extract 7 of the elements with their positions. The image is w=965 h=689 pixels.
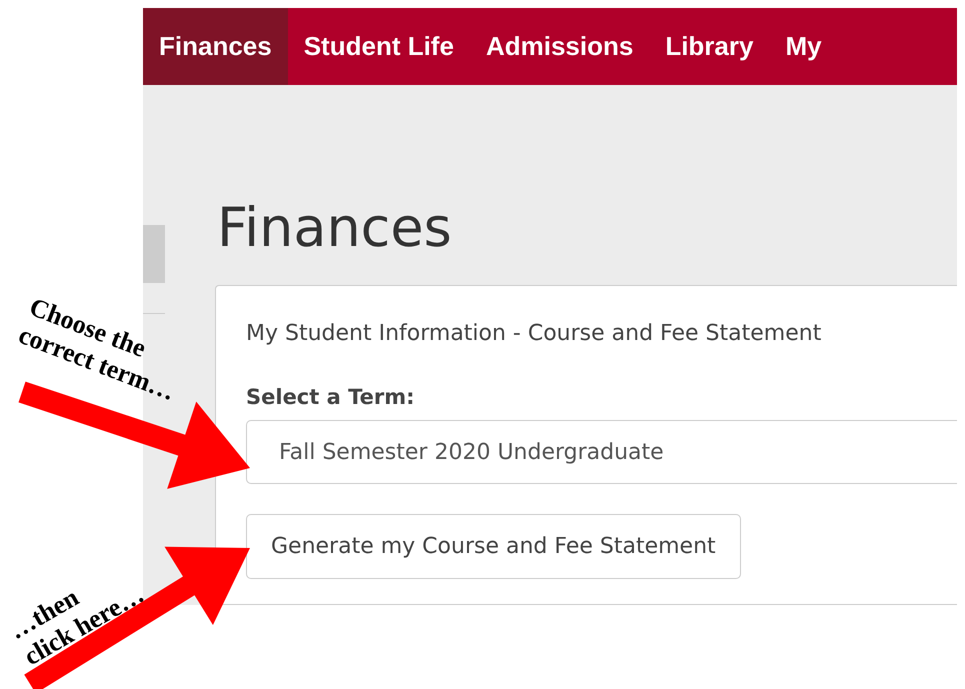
page-title: Finances bbox=[217, 195, 453, 261]
field-label: Select a Term: bbox=[246, 384, 416, 411]
annotation-text: Choose the correct term… bbox=[14, 292, 180, 408]
term-select[interactable]: Fall Semester 2020 Undergraduate bbox=[246, 420, 957, 484]
generate-statement-button[interactable]: Generate my Course and Fee Statement bbox=[246, 514, 741, 579]
card-title: My Student Information - Course and Fee Statement bbox=[246, 320, 822, 348]
nav-tab[interactable]: Finances bbox=[143, 8, 288, 85]
